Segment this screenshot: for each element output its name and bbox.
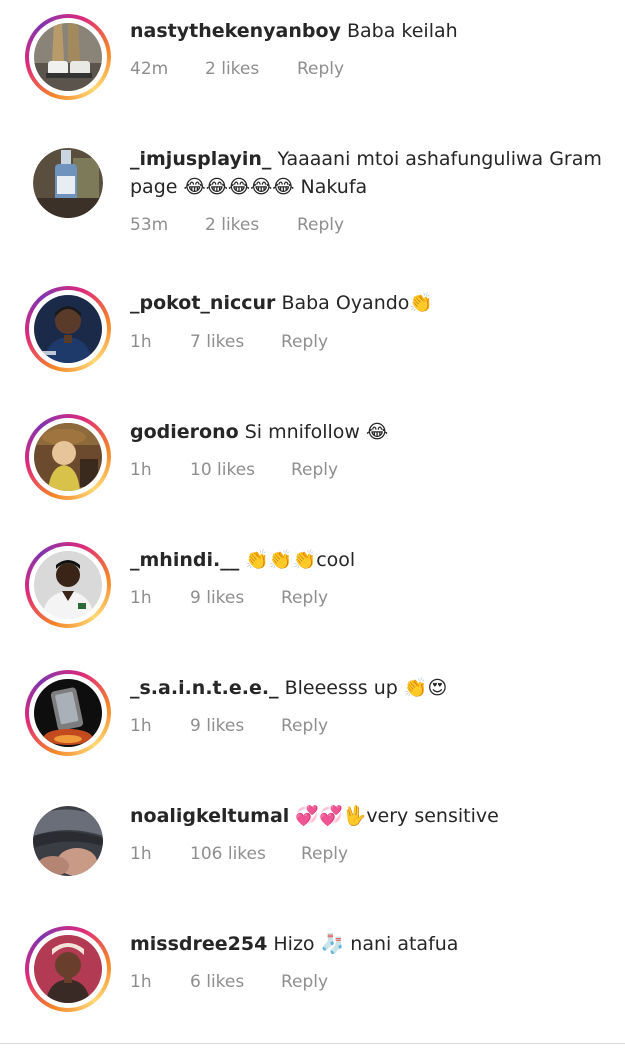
comment-body: Si mnifollow 😂 — [244, 421, 389, 443]
comment-body: 💞💞🖖very sensitive — [295, 805, 499, 827]
comment-text: _s.a.i.n.t.e.e._ Bleeesss up 👏😍 — [130, 674, 621, 702]
comment-time[interactable]: 1h — [130, 970, 152, 994]
comment-username[interactable]: missdree254 — [130, 933, 267, 955]
fabric-photo-icon — [33, 806, 103, 876]
comment-text: _pokot_niccur Baba Oyando👏 — [130, 289, 621, 317]
comment-body: 👏👏👏cool — [245, 549, 356, 571]
reply-button[interactable]: Reply — [281, 586, 328, 610]
comment-likes[interactable]: 2 likes — [205, 213, 259, 237]
comment-username[interactable]: _s.a.i.n.t.e.e._ — [130, 677, 279, 699]
avatar[interactable] — [25, 926, 111, 1012]
avatar[interactable] — [25, 670, 111, 756]
man-white-shirt-photo-icon — [34, 551, 102, 619]
avatar[interactable] — [25, 14, 111, 100]
reply-button[interactable]: Reply — [281, 714, 328, 738]
comment-body: Baba keilah — [346, 20, 458, 42]
sneakers-photo-icon — [34, 23, 102, 91]
reply-button[interactable]: Reply — [281, 330, 328, 354]
comment-text: missdree254 Hizo 🧦 nani atafua — [130, 930, 621, 958]
comment-username[interactable]: noaligkeltumal — [130, 805, 289, 827]
comment-body: Bleeesss up 👏😍 — [284, 677, 448, 699]
bottom-divider — [0, 1043, 625, 1044]
phone-photo-icon — [34, 679, 102, 747]
avatar[interactable] — [25, 798, 111, 884]
comment-likes[interactable]: 7 likes — [190, 330, 244, 354]
comment-username[interactable]: _mhindi.__ — [130, 549, 239, 571]
avatar[interactable] — [25, 286, 111, 372]
comment-time[interactable]: 1h — [130, 458, 152, 482]
comment-time[interactable]: 1h — [130, 842, 152, 866]
comment-likes[interactable]: 6 likes — [190, 970, 244, 994]
comment-body: Hizo 🧦 nani atafua — [273, 933, 459, 955]
comment-likes[interactable]: 10 likes — [190, 458, 255, 482]
cartoon-cowboy-photo-icon — [34, 423, 102, 491]
comment-likes[interactable]: 106 likes — [190, 842, 266, 866]
comment-time[interactable]: 1h — [130, 714, 152, 738]
comment-likes[interactable]: 9 likes — [190, 714, 244, 738]
comment-body: Baba Oyando👏 — [281, 292, 434, 314]
comment-text: noaligkeltumal 💞💞🖖very sensitive — [130, 802, 621, 830]
comment-likes[interactable]: 9 likes — [190, 586, 244, 610]
comment-time[interactable]: 53m — [130, 213, 168, 237]
comment-username[interactable]: godierono — [130, 421, 239, 443]
comment-time[interactable]: 42m — [130, 57, 168, 81]
avatar[interactable] — [25, 542, 111, 628]
comment-time[interactable]: 1h — [130, 330, 152, 354]
comment-username[interactable]: _pokot_niccur — [130, 292, 275, 314]
bottle-photo-icon — [33, 148, 103, 218]
avatar[interactable] — [25, 414, 111, 500]
comment-time[interactable]: 1h — [130, 586, 152, 610]
avatar[interactable] — [25, 140, 111, 226]
man-portrait-photo-icon — [34, 295, 102, 363]
comment-text: _mhindi.__ 👏👏👏cool — [130, 546, 621, 574]
reply-button[interactable]: Reply — [281, 970, 328, 994]
comment-text: nastythekenyanboy Baba keilah — [130, 17, 621, 45]
reply-button[interactable]: Reply — [291, 458, 338, 482]
reply-button[interactable]: Reply — [301, 842, 348, 866]
comment-username[interactable]: _imjusplayin_ — [130, 148, 271, 170]
woman-portrait-photo-icon — [34, 935, 102, 1003]
comment-likes[interactable]: 2 likes — [205, 57, 259, 81]
comment-text: godierono Si mnifollow 😂 — [130, 418, 621, 446]
reply-button[interactable]: Reply — [297, 57, 344, 81]
comment-text: _imjusplayin_ Yaaaani mtoi ashafunguliwa… — [130, 145, 621, 201]
comment-username[interactable]: nastythekenyanboy — [130, 20, 341, 42]
reply-button[interactable]: Reply — [297, 213, 344, 237]
